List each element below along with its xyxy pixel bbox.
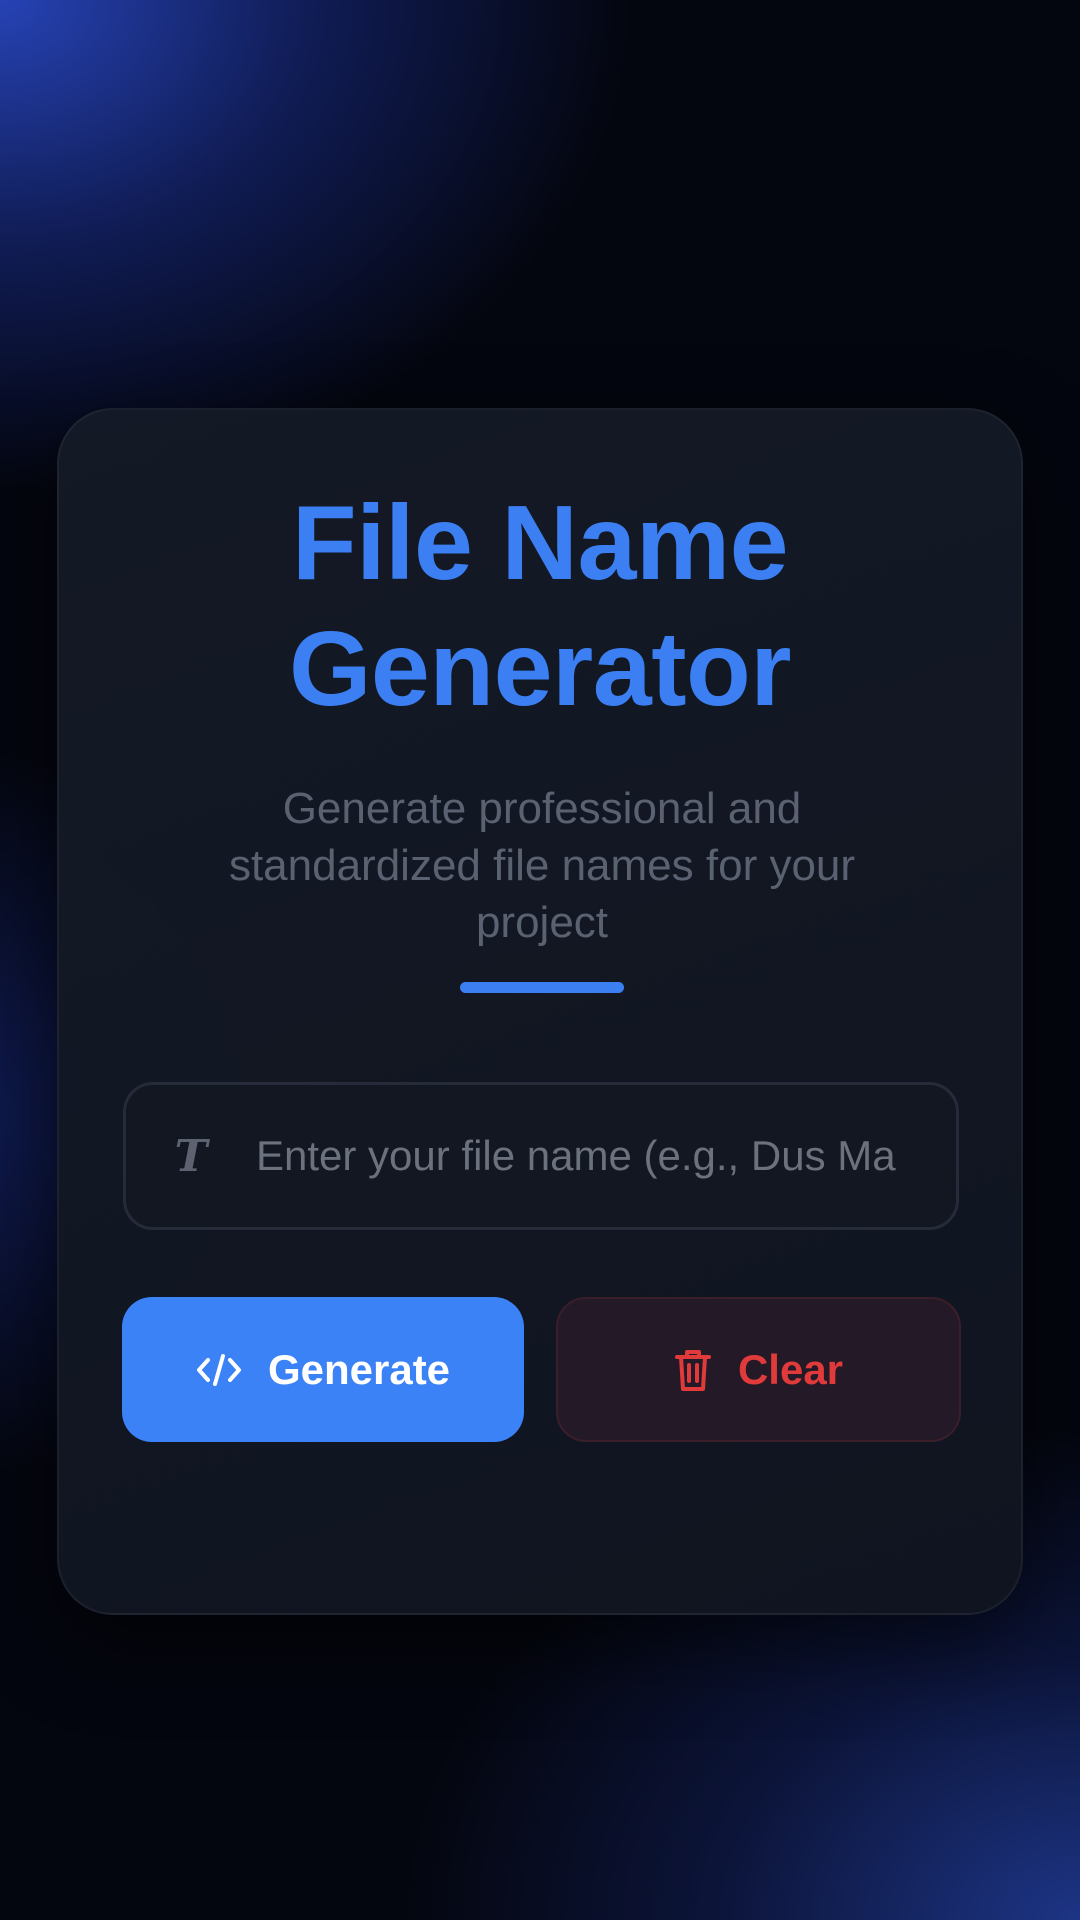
text-type-icon: T [174, 1131, 208, 1182]
file-name-input[interactable] [256, 1085, 936, 1227]
page-subtitle: Generate professional and standardized f… [228, 784, 856, 947]
title-line-2: Generator [288, 610, 792, 728]
accent-divider [460, 982, 624, 993]
page-title: File Name Generator [59, 480, 1021, 732]
file-name-field[interactable]: T [123, 1082, 959, 1230]
clear-button-label: Clear [737, 1345, 844, 1393]
generate-button[interactable]: Generate [122, 1297, 524, 1442]
trash-icon [674, 1347, 712, 1393]
generate-button-label: Generate [267, 1345, 451, 1393]
clear-button[interactable]: Clear [556, 1297, 961, 1442]
code-icon [196, 1352, 242, 1388]
generator-card: File Name Generator Generate professiona… [57, 408, 1023, 1615]
title-line-1: File Name [291, 484, 789, 602]
